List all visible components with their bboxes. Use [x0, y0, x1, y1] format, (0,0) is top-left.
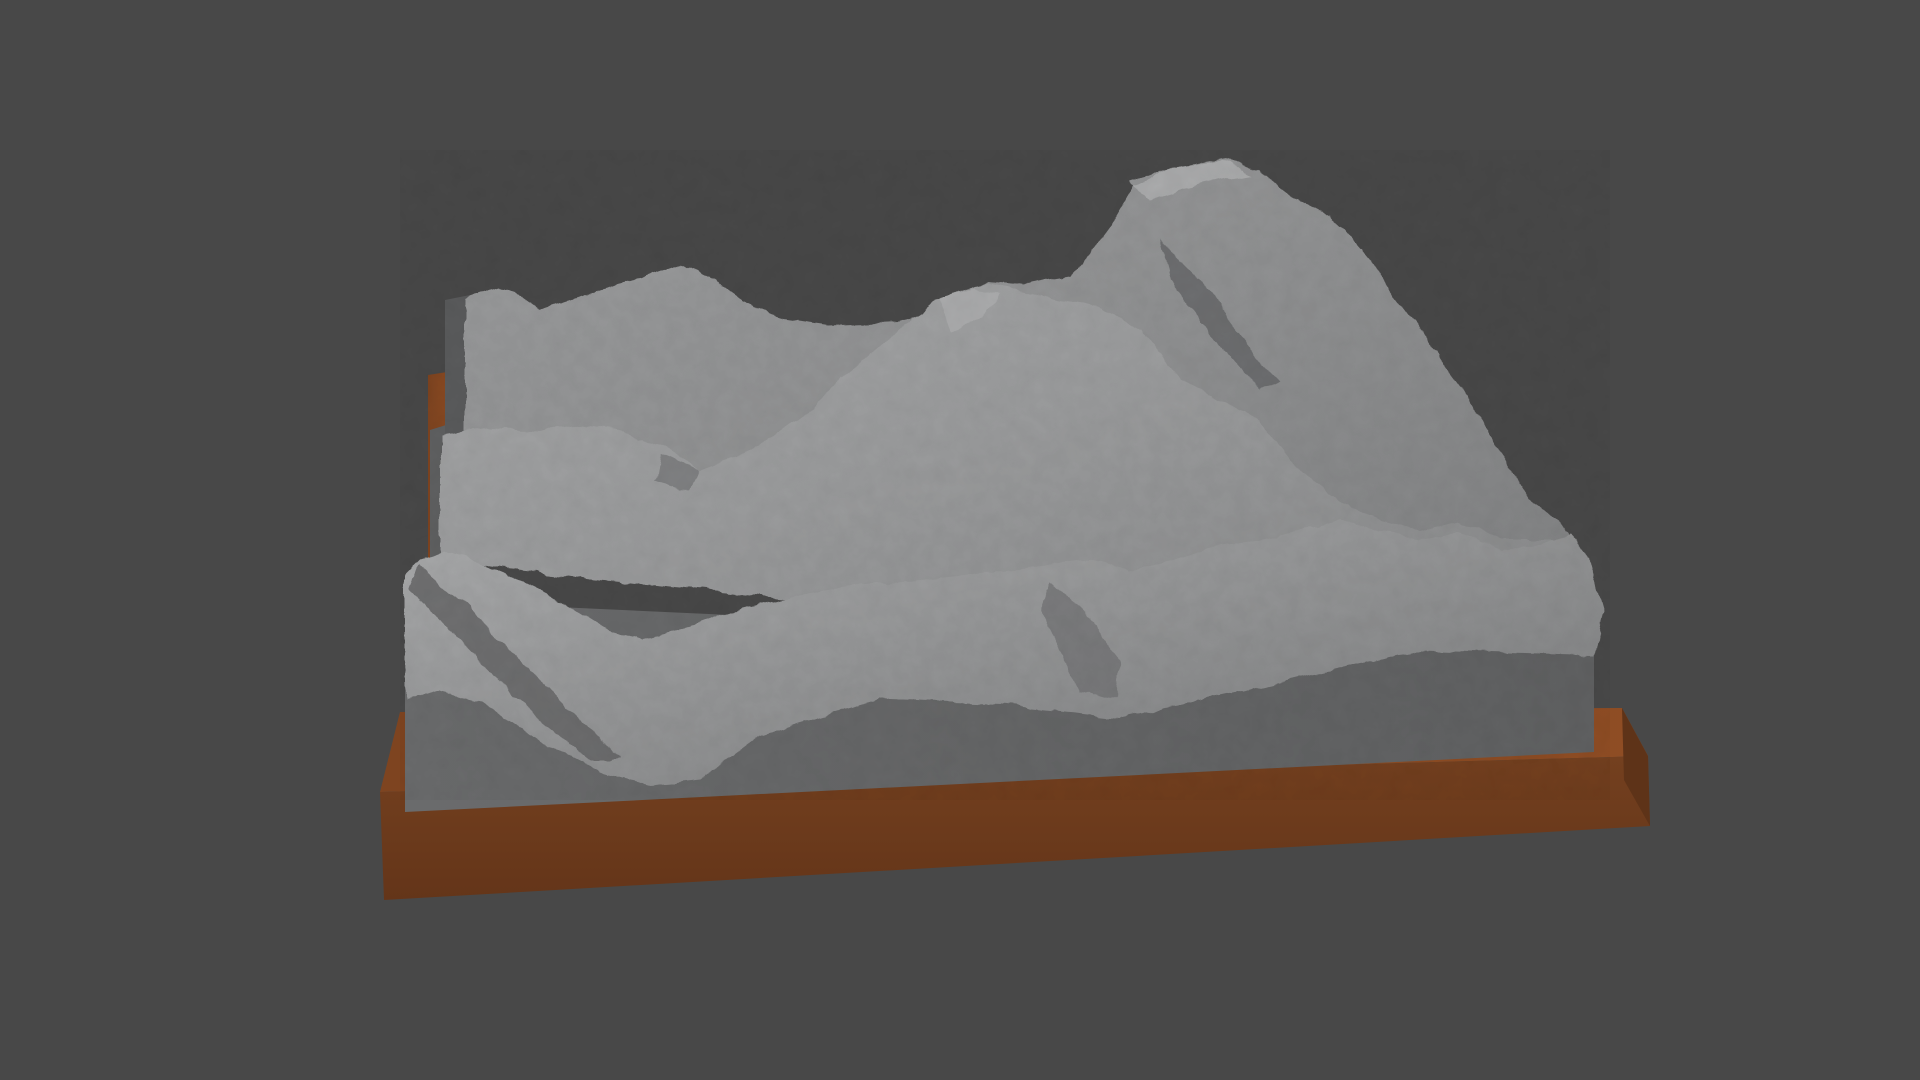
surface-texture	[400, 150, 1610, 800]
3d-viewport[interactable]	[0, 0, 1920, 1080]
mountain-surface[interactable]	[400, 150, 1610, 800]
scene-render	[0, 0, 1920, 1080]
